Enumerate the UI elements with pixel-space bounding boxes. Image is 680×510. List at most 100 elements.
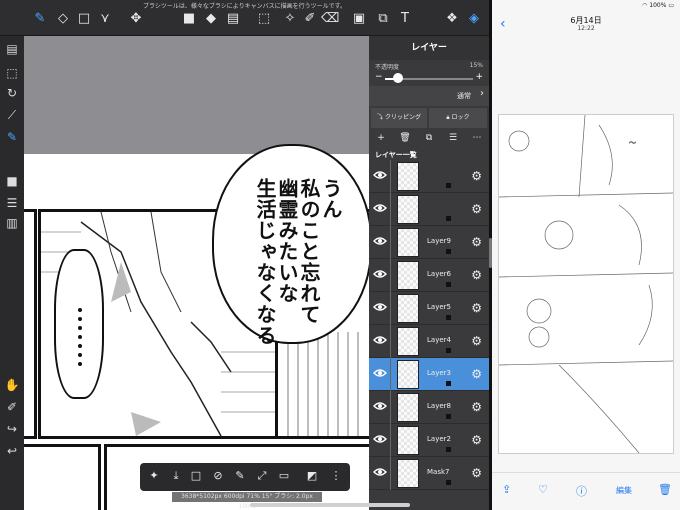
brush-icon[interactable]: ✎	[31, 10, 49, 28]
hand-icon[interactable]: ✋	[3, 376, 21, 394]
layer-row[interactable]: Layer4 ⚙	[369, 325, 489, 358]
layer-name: Layer2	[427, 435, 451, 443]
layer-row[interactable]: Layer6 ⚙	[369, 259, 489, 292]
eye-icon[interactable]	[373, 368, 387, 378]
frame-icon[interactable]: ▭	[276, 468, 292, 484]
brush-list-icon[interactable]: ☰	[3, 194, 21, 212]
gear-icon[interactable]: ⚙	[471, 400, 482, 414]
trash-icon[interactable]: 🗑︎	[658, 483, 672, 496]
gear-icon[interactable]: ⚙	[471, 169, 482, 183]
expand-icon[interactable]: ⤢	[254, 468, 270, 484]
color-icon[interactable]: ■	[3, 172, 21, 190]
layer-row[interactable]: ⚙	[369, 160, 489, 193]
canvas[interactable]: うん 私のこと忘れて 幽霊みたいな 生活じゃなくなる	[24, 36, 369, 510]
eye-icon[interactable]	[373, 302, 387, 312]
redo-icon[interactable]: ↪	[3, 420, 21, 438]
eyedropper-icon[interactable]: ✐	[3, 398, 21, 416]
crop-icon[interactable]: □	[188, 468, 204, 484]
layer-thumbnail	[397, 393, 451, 422]
rect-icon[interactable]: □	[75, 10, 93, 28]
gear-icon[interactable]: ⚙	[471, 433, 482, 447]
grid-icon[interactable]: ⋮	[328, 468, 344, 484]
eye-icon[interactable]	[373, 269, 387, 279]
reference-icon[interactable]: ◩	[304, 468, 320, 484]
no-select-icon[interactable]: ⊘	[210, 468, 226, 484]
palette-icon[interactable]: ▥	[3, 214, 21, 232]
eyedropper-blue-icon[interactable]: ✎	[3, 128, 21, 146]
photo-image[interactable]: 〜	[498, 114, 674, 454]
ai-tool-icon[interactable]: ✦	[146, 468, 162, 484]
share-icon[interactable]: ⇪	[502, 483, 511, 496]
ruler-icon[interactable]: ⟋	[3, 106, 21, 124]
gear-icon[interactable]: ⚙	[471, 466, 482, 480]
more-icon[interactable]: ⋯	[471, 132, 483, 144]
eye-icon[interactable]	[373, 170, 387, 180]
opacity-slider[interactable]: − +	[375, 72, 483, 84]
transform-icon[interactable]: ⧉	[374, 10, 392, 28]
fill-color-icon[interactable]: ■	[180, 10, 198, 28]
select-rect-icon[interactable]: ⬚	[255, 10, 273, 28]
gear-icon[interactable]: ⚙	[471, 334, 482, 348]
select-eraser-icon[interactable]: ⌫	[321, 10, 339, 28]
undo-icon[interactable]: ↩	[3, 442, 21, 460]
home-indicator	[250, 503, 410, 507]
pages-icon[interactable]: ▤	[3, 40, 21, 58]
gear-icon[interactable]: ⚙	[471, 235, 482, 249]
eye-icon[interactable]	[373, 434, 387, 444]
layer-row[interactable]: Mask7 ⚙	[369, 457, 489, 490]
list-icon[interactable]: ☰	[447, 132, 459, 144]
magic-wand-icon[interactable]: ✧	[281, 10, 299, 28]
layer-row[interactable]: Layer3 ⚙	[369, 358, 489, 391]
add-layer-icon[interactable]: +	[375, 132, 387, 144]
trash-icon[interactable]: 🗑︎	[399, 132, 411, 144]
text-icon[interactable]: T	[396, 10, 414, 28]
gear-icon[interactable]: ⚙	[471, 202, 482, 216]
chevron-right-icon: ›	[480, 88, 484, 99]
edit-selection-icon[interactable]: ✎	[232, 468, 248, 484]
edit-button[interactable]: 編集	[616, 485, 632, 496]
minus-icon[interactable]: −	[375, 72, 383, 82]
speech-line-2: 私のこと忘れて	[297, 178, 321, 325]
bottom-toolbar: ✦ ⤓ □ ⊘ ✎ ⤢ ▭ ◩ ⋮	[140, 463, 350, 491]
screen: ブラシツールは、様々なブラシによりキャンバスに描画を行うツールです。 ✎ ◇ □…	[0, 0, 680, 510]
clipping-icon: ⤵	[377, 114, 384, 121]
layer-list: ⚙ ⚙ Layer9 ⚙ Layer6 ⚙ Layer5 ⚙ Layer4 ⚙ Layer3 ⚙ Lay…	[369, 160, 489, 510]
eraser-icon[interactable]: ◇	[54, 10, 72, 28]
slider-knob[interactable]	[393, 73, 404, 83]
clipping-button[interactable]: ⤵ クリッピング	[371, 108, 427, 128]
layer-row[interactable]: Layer9 ⚙	[369, 226, 489, 259]
battery-percent: 100%	[649, 2, 667, 9]
download-icon[interactable]: ⤓	[168, 468, 184, 484]
move-icon[interactable]: ✥	[127, 10, 145, 28]
gradient-icon[interactable]: ▤	[224, 10, 242, 28]
select-icon[interactable]: ⬚	[3, 64, 21, 82]
eye-icon[interactable]	[373, 401, 387, 411]
eye-icon[interactable]	[373, 467, 387, 477]
gear-icon[interactable]: ⚙	[471, 268, 482, 282]
plus-icon[interactable]: +	[475, 72, 483, 82]
heart-icon[interactable]: ♡	[538, 483, 548, 496]
rotate-icon[interactable]: ↻	[3, 84, 21, 102]
battery-icon: ▭	[668, 2, 674, 9]
blend-mode-select[interactable]: 通常 ›	[369, 86, 489, 106]
lock-button[interactable]: 🔒︎ ロック	[429, 108, 487, 128]
eye-icon[interactable]	[373, 236, 387, 246]
info-icon[interactable]: ⓘ	[576, 483, 587, 499]
gear-icon[interactable]: ⚙	[471, 301, 482, 315]
eye-icon[interactable]	[373, 335, 387, 345]
layer-thumbnail	[397, 162, 451, 191]
layers-icon[interactable]: ◈	[465, 10, 483, 28]
layer-row[interactable]: ⚙	[369, 193, 489, 226]
bucket-icon[interactable]: ◆	[202, 10, 220, 28]
duplicate-icon[interactable]: ⧉	[423, 132, 435, 144]
window-icon[interactable]: ▣	[350, 10, 368, 28]
layer-row[interactable]: Layer5 ⚙	[369, 292, 489, 325]
photos-app: ◠ 100% ▭ ‹ 6月14日 12:22 〜 ⇪ ♡ ⓘ 編集 🗑︎	[492, 0, 680, 510]
select-pen-icon[interactable]: ✐	[301, 10, 319, 28]
layer-row[interactable]: Layer8 ⚙	[369, 391, 489, 424]
eye-icon[interactable]	[373, 203, 387, 213]
material-icon[interactable]: ❖	[443, 10, 461, 28]
shape-icon[interactable]: ⋎	[96, 10, 114, 28]
layer-row[interactable]: Layer2 ⚙	[369, 424, 489, 457]
gear-icon[interactable]: ⚙	[471, 367, 482, 381]
